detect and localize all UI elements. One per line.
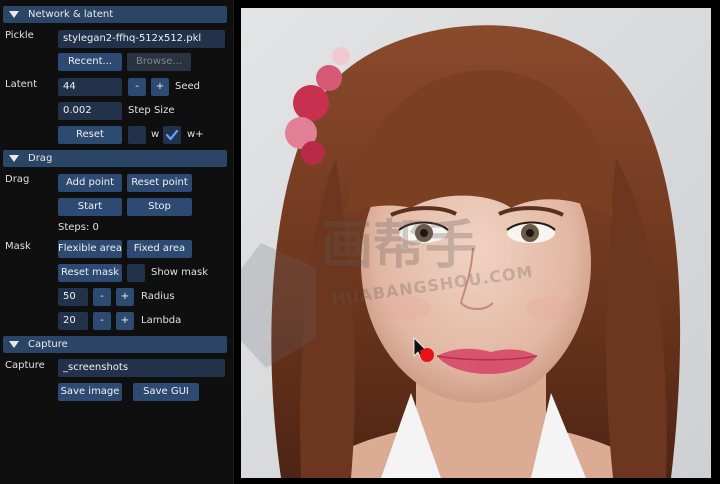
capture-label: Capture bbox=[5, 360, 45, 371]
show-mask-label: Show mask bbox=[151, 267, 209, 278]
latent-label: Latent bbox=[5, 79, 38, 90]
drag-label: Drag bbox=[5, 174, 30, 185]
w-label: w bbox=[151, 129, 160, 140]
reset-point-button[interactable]: Reset point bbox=[127, 174, 192, 192]
capture-path-input[interactable]: _screenshots bbox=[58, 359, 225, 377]
lambda-increment-button[interactable]: + bbox=[116, 312, 134, 330]
w-checkbox[interactable] bbox=[128, 126, 146, 144]
steps-counter: Steps: 0 bbox=[58, 222, 99, 233]
step-size-label: Step Size bbox=[128, 105, 175, 116]
watermark-cn: 画帮手 bbox=[321, 216, 478, 276]
lambda-input[interactable]: 20 bbox=[58, 312, 88, 330]
seed-decrement-button[interactable]: - bbox=[128, 78, 146, 96]
lambda-decrement-button[interactable]: - bbox=[93, 312, 111, 330]
pickle-path-input[interactable]: stylegan2-ffhq-512x512.pkl bbox=[58, 30, 225, 48]
flexible-area-button[interactable]: Flexible area bbox=[58, 240, 122, 258]
checkmark-icon bbox=[165, 129, 179, 141]
save-gui-button[interactable]: Save GUI bbox=[133, 383, 199, 401]
wplus-checkbox[interactable] bbox=[163, 126, 181, 144]
add-point-button[interactable]: Add point bbox=[58, 174, 122, 192]
section-title-network: Network & latent bbox=[28, 9, 114, 20]
collapse-arrow-icon bbox=[9, 155, 19, 162]
wplus-label: w+ bbox=[187, 129, 204, 140]
browse-button[interactable]: Browse... bbox=[127, 53, 191, 71]
section-header-capture[interactable]: Capture bbox=[3, 336, 227, 353]
radius-label: Radius bbox=[141, 291, 175, 302]
lambda-label: Lambda bbox=[141, 315, 182, 326]
step-size-input[interactable]: 0.002 bbox=[58, 102, 122, 120]
reset-latent-button[interactable]: Reset bbox=[58, 126, 122, 144]
show-mask-checkbox[interactable] bbox=[127, 264, 145, 282]
fixed-area-button[interactable]: Fixed area bbox=[127, 240, 192, 258]
control-panel: Network & latent Pickle stylegan2-ffhq-5… bbox=[0, 0, 234, 484]
collapse-arrow-icon bbox=[9, 11, 19, 18]
radius-increment-button[interactable]: + bbox=[116, 288, 134, 306]
pickle-label: Pickle bbox=[5, 30, 34, 41]
section-header-drag[interactable]: Drag bbox=[3, 150, 227, 167]
seed-input[interactable]: 44 bbox=[58, 78, 122, 96]
save-image-button[interactable]: Save image bbox=[58, 383, 122, 401]
section-title-capture: Capture bbox=[28, 339, 68, 350]
recent-button[interactable]: Recent... bbox=[58, 53, 122, 71]
handle-point[interactable] bbox=[420, 348, 434, 362]
image-viewer[interactable]: 画帮手 HUABANGSHOU.COM bbox=[241, 8, 711, 478]
section-header-network[interactable]: Network & latent bbox=[3, 6, 227, 23]
section-title-drag: Drag bbox=[28, 153, 53, 164]
radius-input[interactable]: 50 bbox=[58, 288, 88, 306]
radius-decrement-button[interactable]: - bbox=[93, 288, 111, 306]
start-button[interactable]: Start bbox=[58, 198, 122, 216]
collapse-arrow-icon bbox=[9, 341, 19, 348]
seed-increment-button[interactable]: + bbox=[151, 78, 169, 96]
stop-button[interactable]: Stop bbox=[127, 198, 192, 216]
seed-label: Seed bbox=[175, 81, 200, 92]
mask-label: Mask bbox=[5, 241, 31, 252]
reset-mask-button[interactable]: Reset mask bbox=[58, 264, 122, 282]
